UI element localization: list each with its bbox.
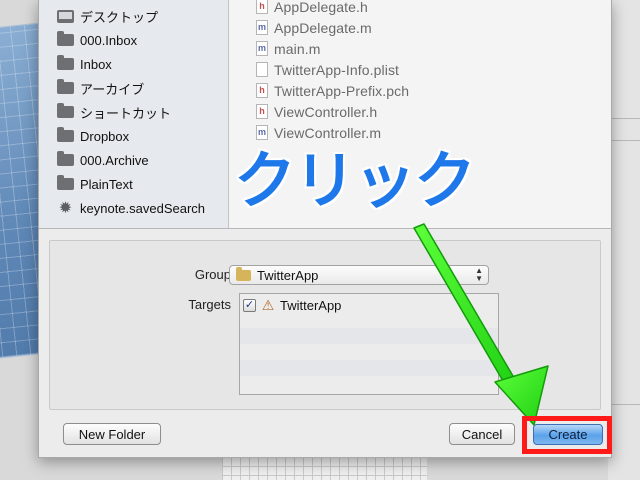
target-row[interactable]: ✓ ⚠ TwitterApp xyxy=(243,296,341,314)
plist-file-icon xyxy=(256,62,268,77)
folder-icon xyxy=(57,151,74,166)
list-item[interactable]: h AppDelegate.h xyxy=(256,0,368,17)
sidebar: デスクトップ 000.Inbox Inbox アーカイブ ショートカット Dro… xyxy=(39,0,229,228)
sidebar-item-archive-jp[interactable]: アーカイブ xyxy=(57,78,144,98)
desktop-icon xyxy=(57,9,74,23)
sidebar-item-000-inbox[interactable]: 000.Inbox xyxy=(57,30,137,50)
create-button[interactable]: Create xyxy=(533,424,603,445)
header-file-icon: h xyxy=(256,104,268,119)
list-item[interactable]: h TwitterApp-Prefix.pch xyxy=(256,80,409,101)
sidebar-item-label: ショートカット xyxy=(80,105,172,121)
sidebar-item-desktop[interactable]: デスクトップ xyxy=(57,6,158,26)
source-file-icon: m xyxy=(256,20,268,35)
file-name: ViewController.h xyxy=(274,103,378,120)
header-file-icon: h xyxy=(256,83,268,98)
sidebar-item-plaintext[interactable]: PlainText xyxy=(57,174,133,194)
list-item[interactable]: TwitterApp-Info.plist xyxy=(256,59,399,80)
sidebar-item-keynote-saved-search[interactable]: ✹ keynote.savedSearch xyxy=(57,198,205,218)
sidebar-item-inbox[interactable]: Inbox xyxy=(57,54,112,74)
source-file-icon: m xyxy=(256,125,268,140)
file-name: AppDelegate.m xyxy=(274,19,372,36)
group-label: Group xyxy=(194,267,231,282)
file-name: main.m xyxy=(274,40,321,57)
targets-label: Targets xyxy=(188,297,231,312)
save-sheet: デスクトップ 000.Inbox Inbox アーカイブ ショートカット Dro… xyxy=(38,0,612,458)
sidebar-item-label: Inbox xyxy=(80,56,112,72)
sidebar-item-label: 000.Inbox xyxy=(80,32,138,48)
list-item[interactable]: m AppDelegate.m xyxy=(256,17,372,38)
sidebar-item-000-archive[interactable]: 000.Archive xyxy=(57,150,149,170)
background-canvas xyxy=(222,455,427,480)
targets-list: ✓ ⚠ TwitterApp xyxy=(239,293,499,395)
file-name: TwitterApp-Prefix.pch xyxy=(274,82,410,99)
folder-icon xyxy=(57,127,74,142)
file-browser: デスクトップ 000.Inbox Inbox アーカイブ ショートカット Dro… xyxy=(39,0,611,228)
header-file-icon: h xyxy=(256,0,268,14)
list-item[interactable]: m ViewController.m xyxy=(256,122,381,143)
source-file-icon: m xyxy=(256,41,268,56)
folder-icon xyxy=(57,79,74,94)
options-panel: Group TwitterApp ▲ ▼ Targets ✓ ⚠ TwitterA… xyxy=(49,240,601,410)
sidebar-item-label: 000.Archive xyxy=(80,152,149,168)
folder-icon xyxy=(57,31,74,46)
file-name: ViewController.m xyxy=(274,124,382,141)
file-name: AppDelegate.h xyxy=(274,0,368,15)
group-select-value: TwitterApp xyxy=(257,267,319,283)
sidebar-item-label: PlainText xyxy=(80,176,133,192)
gear-icon: ✹ xyxy=(58,199,73,217)
file-list: h AppDelegate.h m AppDelegate.m m main.m… xyxy=(230,0,611,228)
sidebar-item-label: アーカイブ xyxy=(80,81,145,97)
sidebar-item-label: keynote.savedSearch xyxy=(80,200,206,216)
xcode-app-icon: ⚠ xyxy=(261,297,275,313)
folder-icon xyxy=(236,266,251,281)
target-name: TwitterApp xyxy=(280,297,342,313)
background-window xyxy=(608,0,640,480)
folder-icon xyxy=(57,55,74,70)
list-item[interactable]: h ViewController.h xyxy=(256,101,377,122)
target-checkbox[interactable]: ✓ xyxy=(243,298,256,312)
sidebar-item-label: デスクトップ xyxy=(80,9,159,25)
cancel-button[interactable]: Cancel xyxy=(449,423,515,445)
folder-icon xyxy=(57,103,74,118)
sidebar-item-dropbox[interactable]: Dropbox xyxy=(57,126,129,146)
sidebar-item-label: Dropbox xyxy=(80,128,130,144)
new-folder-button[interactable]: New Folder xyxy=(63,423,161,445)
list-item[interactable]: m main.m xyxy=(256,38,321,59)
sidebar-item-shortcut[interactable]: ショートカット xyxy=(57,102,171,122)
folder-icon xyxy=(57,175,74,190)
file-name: TwitterApp-Info.plist xyxy=(274,61,400,78)
pane-divider[interactable] xyxy=(39,228,611,229)
chevron-updown-icon: ▲ ▼ xyxy=(475,266,483,283)
group-select[interactable]: TwitterApp ▲ ▼ xyxy=(229,265,489,285)
